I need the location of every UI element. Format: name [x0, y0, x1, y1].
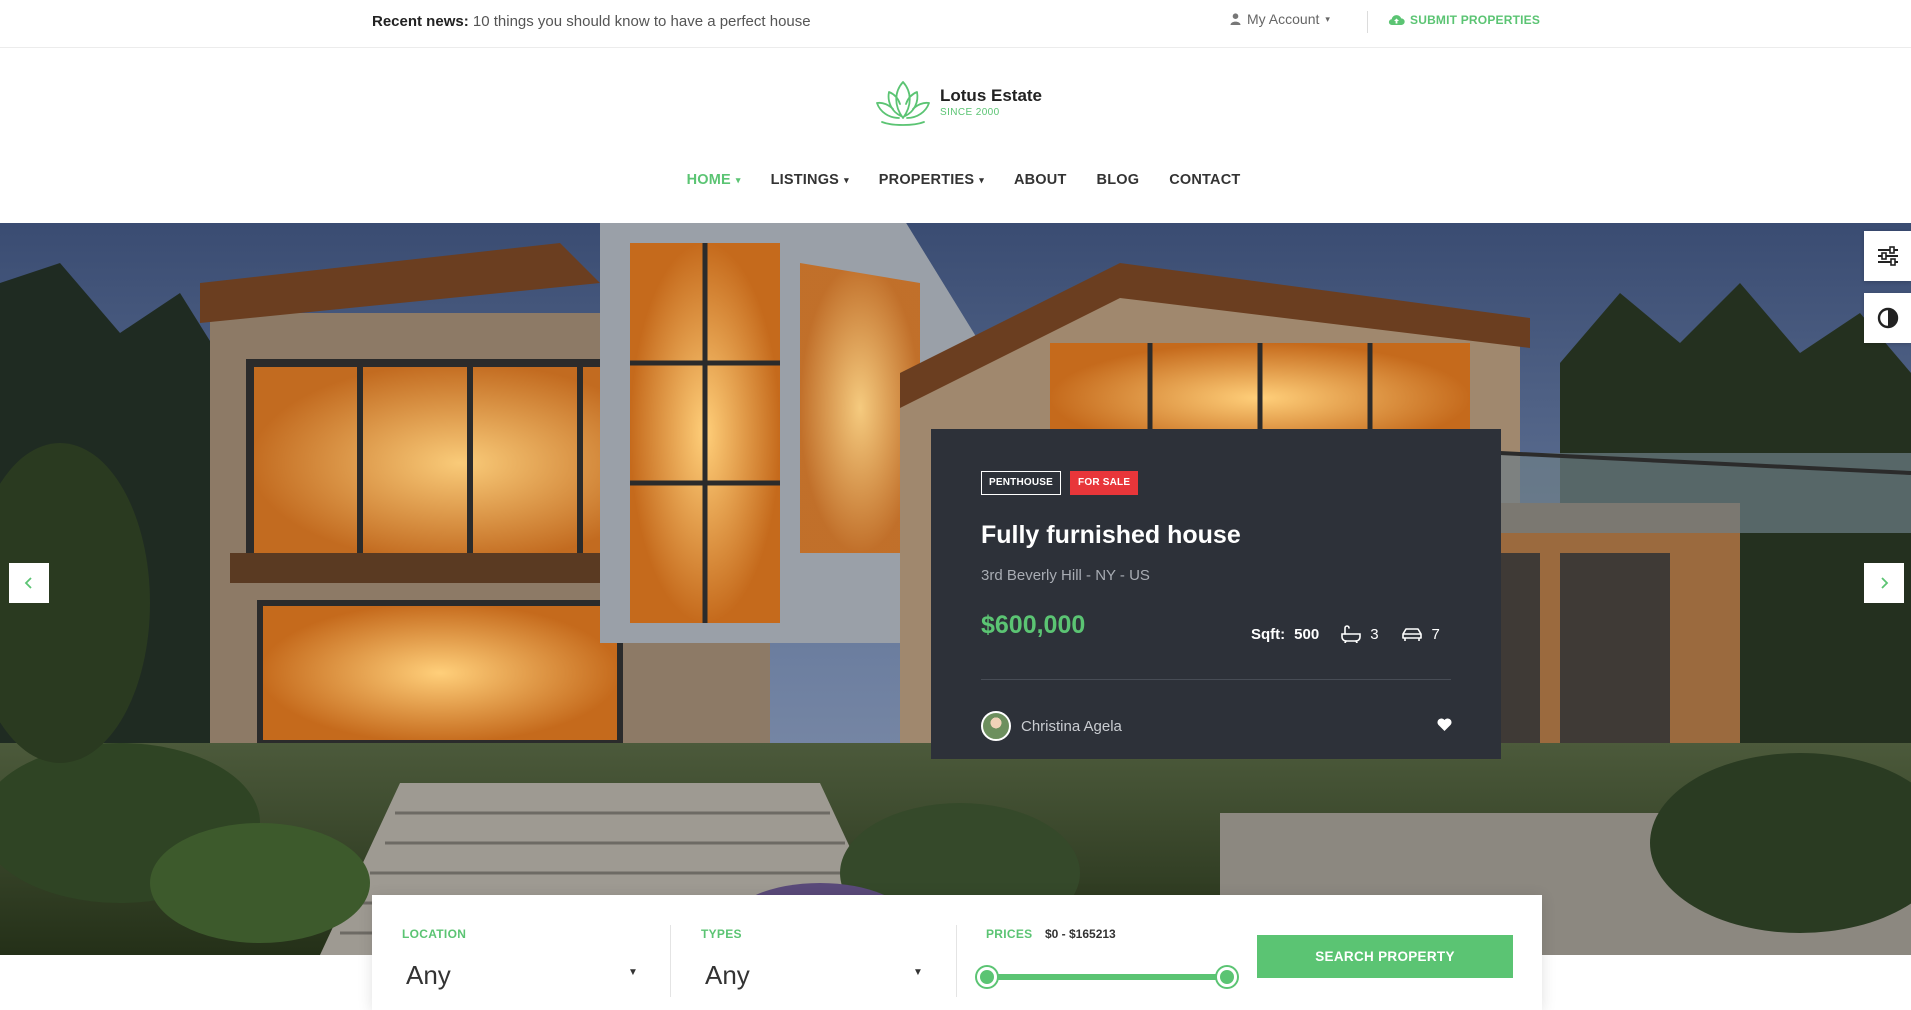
chevron-right-icon: [1881, 577, 1889, 589]
prices-label: PRICES: [986, 927, 1033, 941]
sqft-value: 500: [1294, 625, 1320, 643]
news-text[interactable]: 10 things you should know to have a perf…: [473, 13, 811, 30]
car-icon: [1401, 628, 1422, 641]
contrast-toggle-button[interactable]: [1864, 293, 1911, 343]
filter-settings-button[interactable]: [1864, 231, 1911, 281]
nav-label: PROPERTIES: [878, 172, 975, 188]
nav-label: HOME: [686, 172, 731, 188]
garages-count: 7: [1431, 625, 1440, 643]
stat-sqft: Sqft: 500: [1251, 626, 1319, 643]
nav-label: ABOUT: [1013, 172, 1067, 188]
topbar-divider: [1367, 11, 1368, 33]
contrast-icon: [1877, 307, 1898, 329]
recent-news[interactable]: Recent news: 10 things you should know t…: [372, 13, 811, 30]
sqft-label: Sqft:: [1251, 625, 1286, 643]
listing-title[interactable]: Fully furnished house: [981, 521, 1241, 550]
location-select[interactable]: Any: [406, 960, 451, 991]
favorite-button[interactable]: [1437, 718, 1452, 736]
avatar[interactable]: [981, 711, 1011, 741]
tag-status[interactable]: FOR SALE: [1070, 471, 1139, 495]
nav-item-about[interactable]: ABOUT: [1014, 172, 1067, 188]
submit-properties-link[interactable]: SUBMIT PROPERTIES: [1388, 13, 1540, 27]
my-account-menu[interactable]: My Account ▾: [1230, 11, 1330, 27]
chevron-down-icon: ▾: [979, 174, 984, 185]
types-dropdown-icon[interactable]: ▼: [913, 967, 923, 978]
nav-item-home[interactable]: HOME ▾: [687, 172, 741, 188]
chevron-down-icon: ▾: [844, 174, 849, 185]
baths-count: 3: [1370, 625, 1379, 643]
nav-label: LISTINGS: [770, 172, 840, 188]
chevron-left-icon: [24, 577, 32, 589]
types-select[interactable]: Any: [705, 960, 750, 991]
brand-logo[interactable]: Lotus Estate SINCE 2000: [872, 78, 1042, 128]
slider-next-button[interactable]: [1864, 563, 1904, 603]
news-label: Recent news:: [372, 13, 469, 30]
listing-card: PENTHOUSE FOR SALE Fully furnished house…: [931, 429, 1501, 759]
top-bar: Recent news: 10 things you should know t…: [0, 0, 1911, 48]
submit-label: SUBMIT PROPERTIES: [1410, 13, 1541, 27]
listing-price: $600,000: [981, 611, 1086, 639]
tag-property-type[interactable]: PENTHOUSE: [981, 471, 1062, 495]
nav-item-listings[interactable]: LISTINGS ▾: [771, 172, 849, 188]
nav-label: BLOG: [1096, 172, 1140, 188]
sliders-icon: [1877, 246, 1898, 266]
field-divider: [670, 925, 671, 997]
listing-tags: PENTHOUSE FOR SALE: [981, 471, 1139, 495]
user-icon: [1230, 13, 1241, 25]
nav-label: CONTACT: [1169, 172, 1241, 188]
nav-item-blog[interactable]: BLOG: [1097, 172, 1140, 188]
stat-garages: 7: [1401, 626, 1440, 643]
stat-baths: 3: [1341, 625, 1379, 643]
hero-slider: PENTHOUSE FOR SALE Fully furnished house…: [0, 223, 1911, 955]
slider-prev-button[interactable]: [9, 563, 49, 603]
listing-address: 3rd Beverly Hill - NY - US: [981, 567, 1150, 584]
card-divider: [981, 679, 1451, 680]
agent-info[interactable]: Christina Agela: [981, 711, 1122, 741]
heart-icon: [1437, 718, 1452, 731]
field-divider: [956, 925, 957, 997]
price-slider-track[interactable]: [987, 974, 1227, 980]
location-dropdown-icon[interactable]: ▼: [628, 967, 638, 978]
listing-stats: Sqft: 500 3 7: [1251, 625, 1440, 643]
main-navigation: HOME ▾ LISTINGS ▾ PROPERTIES ▾ ABOUT BLO…: [0, 172, 1911, 188]
agent-name[interactable]: Christina Agela: [1021, 718, 1122, 735]
brand-tagline: SINCE 2000: [940, 107, 1000, 118]
chevron-down-icon: ▾: [1325, 13, 1330, 24]
location-label: LOCATION: [402, 927, 467, 941]
account-label: My Account: [1247, 11, 1320, 27]
search-property-button[interactable]: SEARCH PROPERTY: [1257, 935, 1513, 978]
price-slider-max-handle[interactable]: [1217, 967, 1237, 987]
chevron-down-icon: ▾: [735, 174, 741, 185]
price-range-value: $0 - $165213: [1045, 927, 1116, 941]
nav-item-properties[interactable]: PROPERTIES ▾: [879, 172, 984, 188]
bathtub-icon: [1341, 625, 1361, 643]
nav-item-contact[interactable]: CONTACT: [1169, 172, 1240, 188]
price-slider-min-handle[interactable]: [977, 967, 997, 987]
property-search-bar: LOCATION Any ▼ TYPES Any ▼ PRICES $0 - $…: [372, 895, 1542, 1010]
types-label: TYPES: [701, 927, 742, 941]
brand-name: Lotus Estate: [940, 86, 1043, 105]
cloud-upload-icon: [1388, 15, 1405, 26]
lotus-icon: [876, 81, 930, 126]
brand-text: Lotus Estate SINCE 2000: [940, 86, 1042, 120]
